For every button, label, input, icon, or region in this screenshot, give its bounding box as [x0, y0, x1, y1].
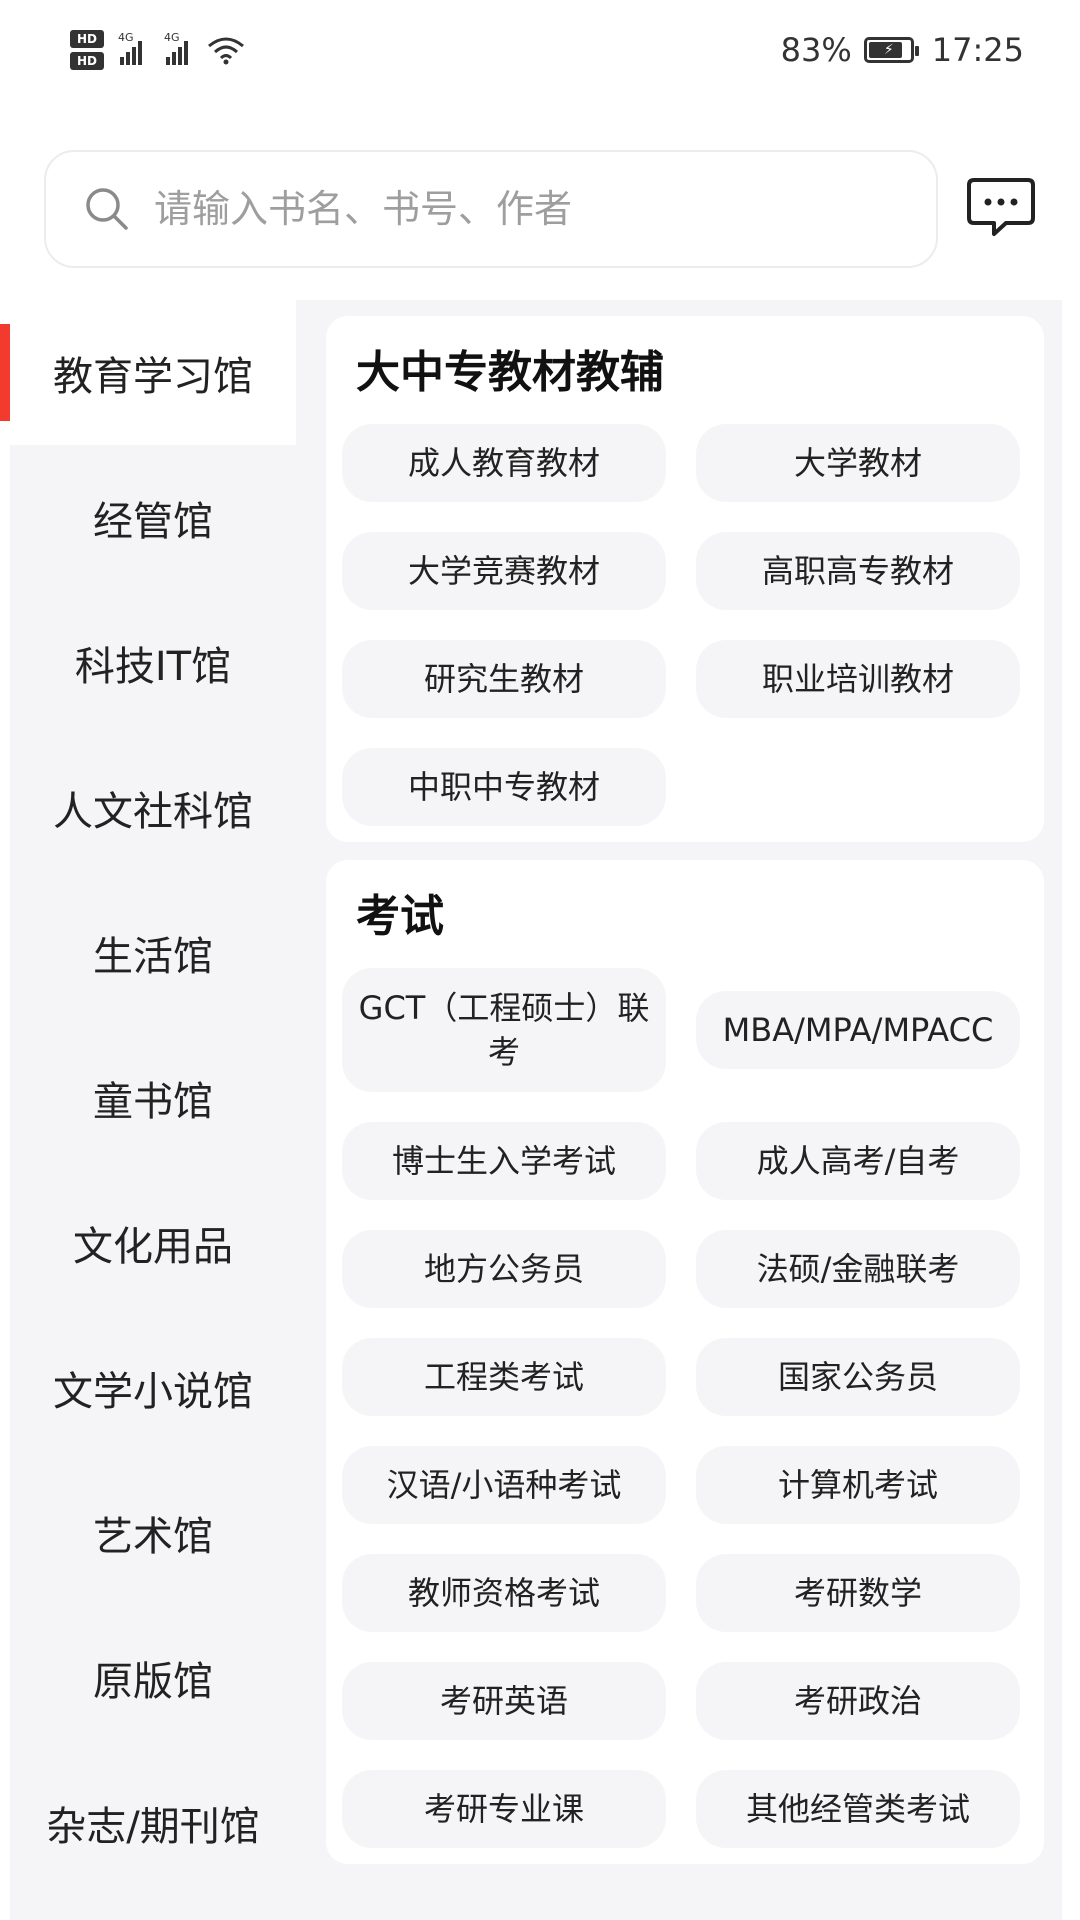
wifi-icon [208, 37, 244, 65]
charging-icon: ⚡ [883, 42, 894, 58]
chip-grid: 成人教育教材 大学教材 大学竞赛教材 高职高专教材 研究生教材 职业培训教材 中职中专教材 [342, 424, 1028, 826]
search-bar [0, 150, 1080, 270]
sidebar-item[interactable]: 文化用品 [10, 1170, 296, 1315]
sidebar-item[interactable]: 科技IT馆 [10, 590, 296, 735]
category-chip[interactable]: 考研英语 [342, 1662, 666, 1740]
category-chip[interactable]: 博士生入学考试 [342, 1122, 666, 1200]
subcategory-panel: 大中专教材教辅成人教育教材 大学教材 大学竞赛教材 高职高专教材 研究生教材 职业培训教材… [326, 316, 1044, 1882]
sidebar-item[interactable]: 经管馆 [10, 445, 296, 590]
signal-icon: 4G [118, 31, 142, 65]
category-chip[interactable]: 其他经管类考试 [696, 1770, 1020, 1848]
sidebar-item[interactable]: 原版馆 [10, 1605, 296, 1750]
hd-badge: HD [70, 52, 104, 70]
sidebar-item[interactable]: 人文社科馆 [10, 735, 296, 880]
sidebar-item[interactable]: 教育学习馆 [0, 300, 296, 445]
category-chip[interactable]: 汉语/小语种考试 [342, 1446, 666, 1524]
hd-indicators: HD HD [70, 30, 104, 70]
category-chip[interactable]: 法硕/金融联考 [696, 1230, 1020, 1308]
search-input[interactable] [154, 187, 854, 231]
category-chip[interactable]: 高职高专教材 [696, 532, 1020, 610]
sidebar-item[interactable]: 文学小说馆 [10, 1315, 296, 1460]
category-section: 考试 GCT（工程硕士）联考 MBA/MPA/MPACC 博士生入学考试 成人高考/自考… [326, 860, 1044, 1864]
app-screen: HD HD 4G 4G 83% ⚡ 17:25 请输入书名、书号、作者 教育学习… [0, 0, 1080, 1920]
sidebar-item[interactable]: 生活馆 [10, 880, 296, 1025]
battery-icon: ⚡ [863, 37, 919, 63]
section-title: 考试 [356, 891, 444, 942]
category-chip[interactable]: 中职中专教材 [342, 748, 666, 826]
status-bar: HD HD 4G 4G 83% ⚡ 17:25 [0, 0, 1080, 100]
signal-icon: 4G [164, 31, 188, 65]
category-chip[interactable]: GCT（工程硕士）联考 [342, 968, 666, 1092]
clock: 17:25 [931, 31, 1024, 69]
category-chip[interactable]: 大学竞赛教材 [342, 532, 666, 610]
search-icon [86, 188, 128, 230]
hd-badge: HD [70, 30, 104, 48]
category-chip[interactable]: 大学教材 [696, 424, 1020, 502]
category-chip[interactable]: 研究生教材 [342, 640, 666, 718]
category-chip[interactable]: 职业培训教材 [696, 640, 1020, 718]
sidebar-item[interactable]: 杂志/期刊馆 [10, 1750, 296, 1895]
category-section: 大中专教材教辅成人教育教材 大学教材 大学竞赛教材 高职高专教材 研究生教材 职业培训教材… [326, 316, 1044, 842]
category-chip[interactable]: 成人教育教材 [342, 424, 666, 502]
sidebar-item[interactable]: 童书馆 [10, 1025, 296, 1170]
category-chip[interactable]: 成人高考/自考 [696, 1122, 1020, 1200]
category-chip[interactable]: 计算机考试 [696, 1446, 1020, 1524]
category-sidebar: 教育学习馆 经管馆 科技IT馆 人文社科馆 生活馆 童书馆 文化用品 文学小说馆 艺术馆 原版馆杂… [0, 300, 296, 1920]
category-chip[interactable]: MBA/MPA/MPACC [696, 991, 1020, 1069]
content-area: 教育学习馆 经管馆 科技IT馆 人文社科馆 生活馆 童书馆 文化用品 文学小说馆 艺术馆 原版馆杂… [0, 300, 1062, 1920]
section-title: 大中专教材教辅 [356, 347, 664, 398]
network-type: 4G [118, 31, 134, 44]
chip-grid: GCT（工程硕士）联考 MBA/MPA/MPACC 博士生入学考试 成人高考/自考 地方… [342, 968, 1028, 1848]
category-chip[interactable]: 国家公务员 [696, 1338, 1020, 1416]
category-chip[interactable]: 考研政治 [696, 1662, 1020, 1740]
network-type: 4G [164, 31, 180, 44]
category-chip[interactable]: 考研专业课 [342, 1770, 666, 1848]
category-chip[interactable]: 工程类考试 [342, 1338, 666, 1416]
category-chip[interactable]: 教师资格考试 [342, 1554, 666, 1632]
search-box[interactable] [44, 150, 938, 268]
message-icon[interactable] [966, 176, 1036, 238]
category-chip[interactable]: 地方公务员 [342, 1230, 666, 1308]
category-chip[interactable]: 考研数学 [696, 1554, 1020, 1632]
battery-percent: 83% [780, 31, 852, 69]
status-right: 83% ⚡ 17:25 [781, 31, 1024, 69]
status-left: HD HD 4G 4G [70, 30, 246, 70]
sidebar-item[interactable]: 艺术馆 [10, 1460, 296, 1605]
